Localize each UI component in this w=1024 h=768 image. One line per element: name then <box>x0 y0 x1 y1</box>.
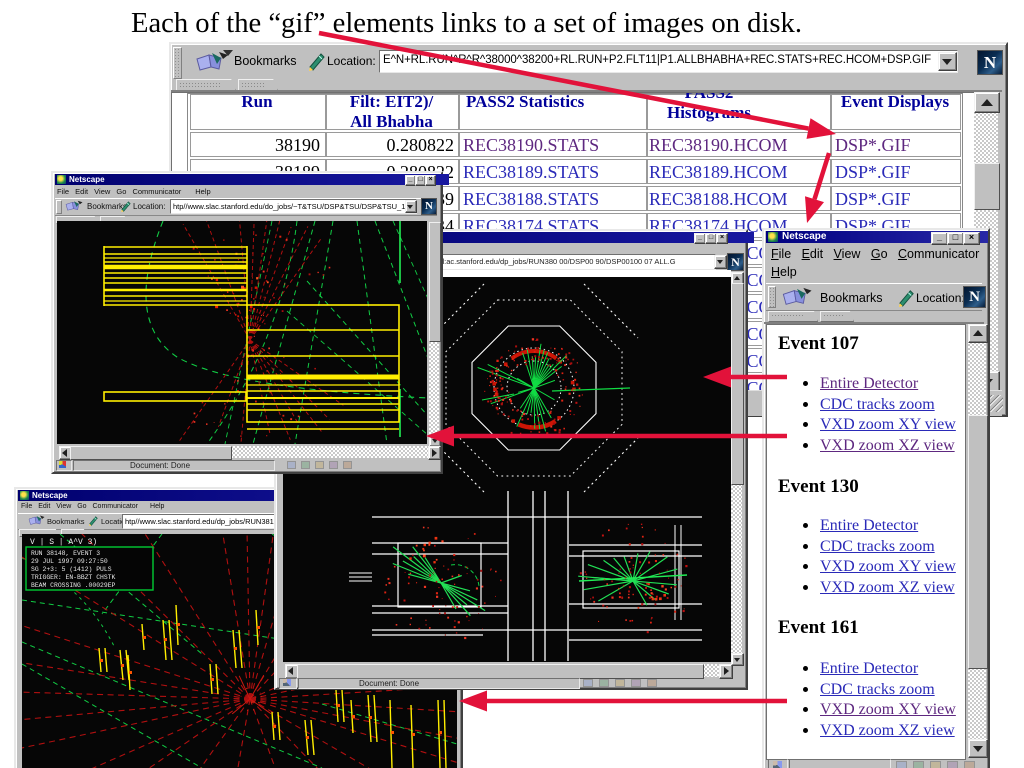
svg-text:TRIGGER: EN-BBZT CHSTK: TRIGGER: EN-BBZT CHSTK <box>31 574 116 581</box>
svg-text:BEAM CROSSING .00029EP: BEAM CROSSING .00029EP <box>31 582 116 589</box>
svg-text:SG 2+3: 5 (1412) PULS: SG 2+3: 5 (1412) PULS <box>31 566 112 573</box>
svg-text:V | S | A^V 3): V | S | A^V 3) <box>30 538 97 547</box>
svg-text:RUN 38148, EVENT 3: RUN 38148, EVENT 3 <box>31 550 100 557</box>
svg-text:29 JUL 1997 09:27:50: 29 JUL 1997 09:27:50 <box>31 558 108 565</box>
